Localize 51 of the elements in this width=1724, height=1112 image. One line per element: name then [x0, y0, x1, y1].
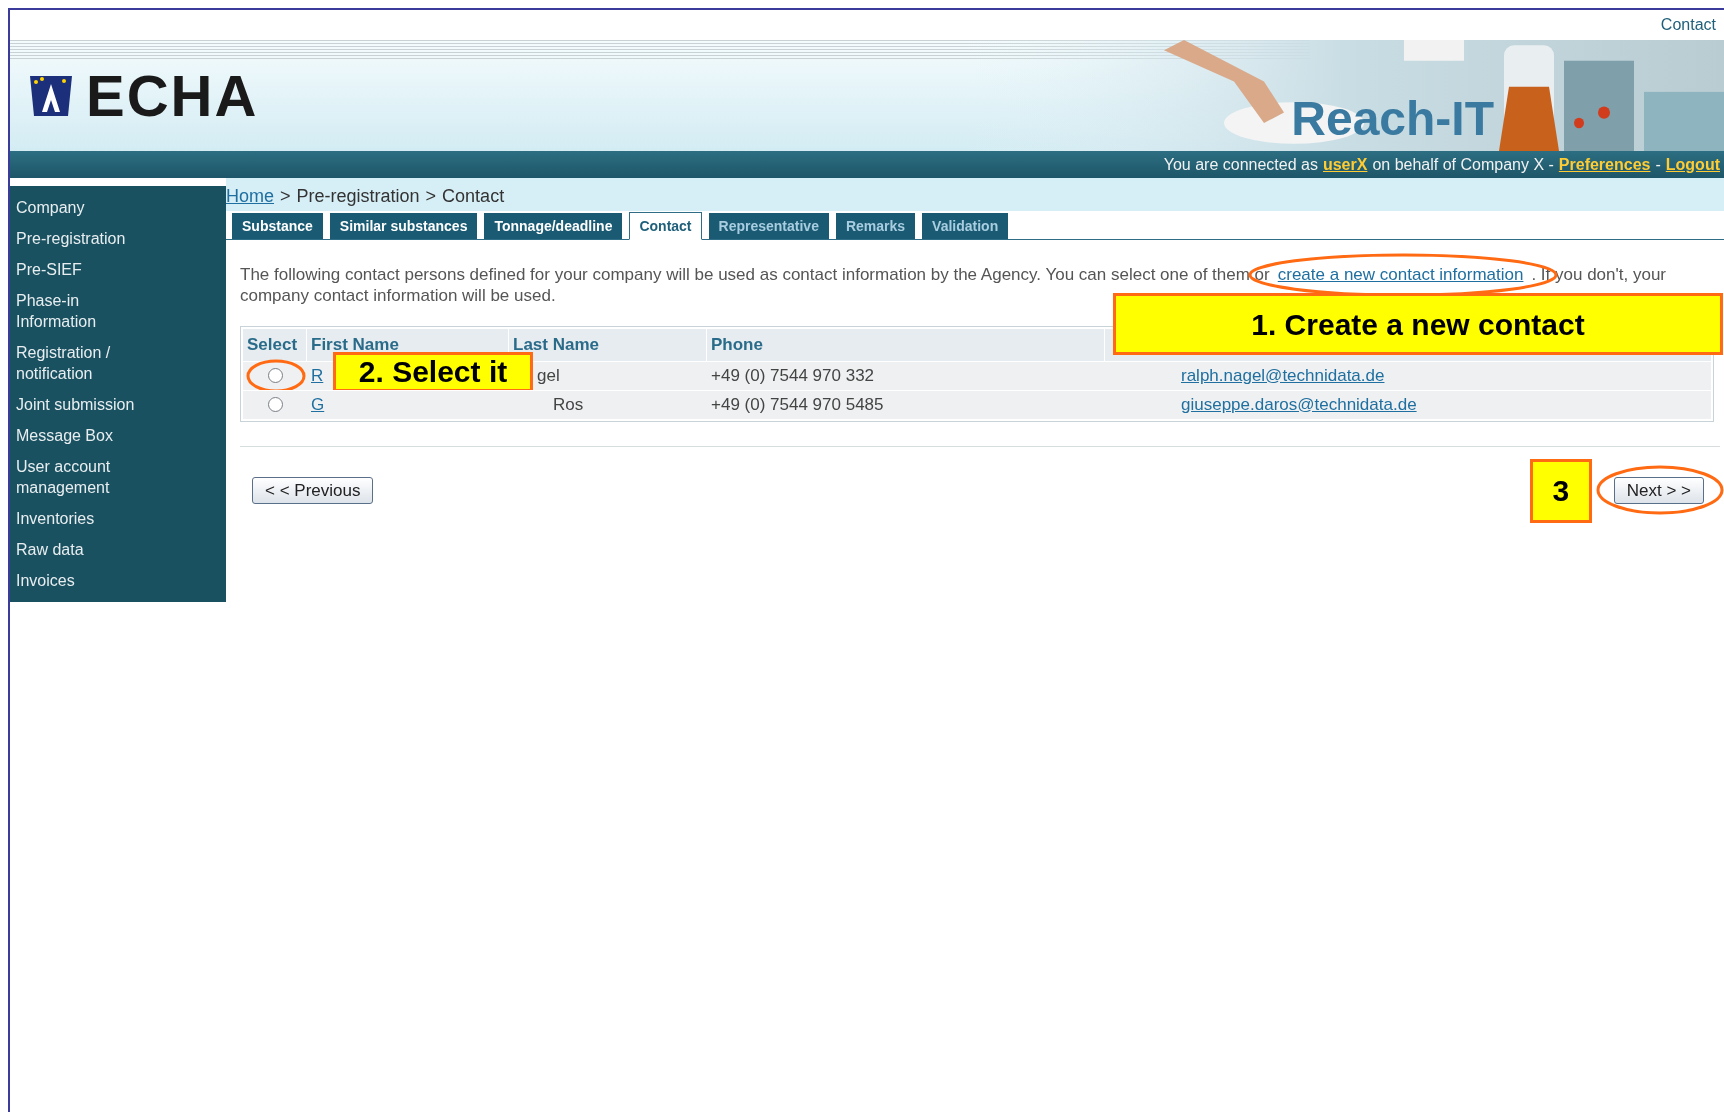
callout-label: 2. Select it	[333, 351, 533, 392]
separator-text: -	[1655, 154, 1661, 175]
create-contact-link[interactable]: create a new contact information	[1277, 265, 1524, 284]
highlight-ellipse	[245, 359, 306, 393]
first-name-link[interactable]: G	[307, 391, 329, 418]
radio-button[interactable]	[267, 368, 283, 383]
table-cell-text: gel	[536, 364, 561, 387]
tab[interactable]: Tonnage/deadline	[484, 213, 623, 239]
sidebar-item[interactable]: Message Box	[10, 420, 160, 451]
table-cell-text: Ros	[552, 393, 585, 416]
radio-button[interactable]	[267, 397, 283, 412]
sidebar-item[interactable]: Phase-in Information	[10, 285, 160, 337]
logo-text: ECHA	[86, 66, 259, 125]
breadcrumb-separator: >	[425, 185, 437, 208]
tab[interactable]: Representative	[708, 213, 829, 239]
contact-link[interactable]: Contact	[1660, 13, 1716, 37]
email-link[interactable]: giuseppe.daros@technidata.de	[1177, 391, 1421, 418]
sidebar-item[interactable]: Pre-SIEF	[10, 254, 160, 285]
sidebar-item[interactable]: User account management	[10, 451, 160, 503]
tab[interactable]: Similar substances	[329, 213, 478, 239]
column-header: Phone	[707, 329, 1105, 361]
product-title: Reach-IT	[1291, 95, 1494, 143]
tab[interactable]: Substance	[232, 213, 323, 239]
sidebar-item[interactable]: Company	[10, 192, 160, 223]
sidebar-item[interactable]: Pre-registration	[10, 223, 160, 254]
sidebar-item[interactable]: Inventories	[10, 503, 160, 534]
preferences-link[interactable]: Preferences	[1558, 152, 1651, 177]
status-text: on behalf of Company X -	[1372, 154, 1554, 175]
callout-label: 3	[1529, 458, 1592, 523]
breadcrumb-text: Contact	[442, 185, 505, 208]
first-name-link[interactable]: R	[307, 362, 328, 389]
column-header: Select	[243, 329, 307, 361]
previous-button[interactable]: < < Previous	[252, 477, 374, 504]
user-link[interactable]: userX	[1322, 152, 1368, 177]
tab[interactable]: Validation	[922, 213, 1009, 239]
sidebar-item[interactable]: Invoices	[10, 565, 160, 596]
tab[interactable]: Remarks	[835, 213, 916, 239]
tab[interactable]: Contact	[629, 212, 702, 240]
status-text: You are connected as	[1163, 154, 1318, 175]
sidebar-item[interactable]: Raw data	[10, 534, 160, 565]
callout-label: 1. Create a new contact	[1113, 293, 1723, 355]
sidebar-item[interactable]: Registration / notification	[10, 337, 160, 389]
breadcrumb-link[interactable]: Home	[226, 183, 274, 210]
logout-link[interactable]: Logout	[1665, 152, 1720, 177]
sidebar-item[interactable]: Joint submission	[10, 389, 160, 420]
table-cell-text: +49 (0) 7544 970 5485	[710, 393, 885, 416]
next-button[interactable]: Next > >	[1613, 477, 1704, 504]
breadcrumb-separator: >	[280, 185, 291, 208]
table-cell-text: +49 (0) 7544 970 332	[710, 364, 876, 387]
email-link[interactable]: ralph.nagel@technidata.de	[1177, 362, 1389, 389]
breadcrumb-text: Pre-registration	[296, 185, 420, 208]
